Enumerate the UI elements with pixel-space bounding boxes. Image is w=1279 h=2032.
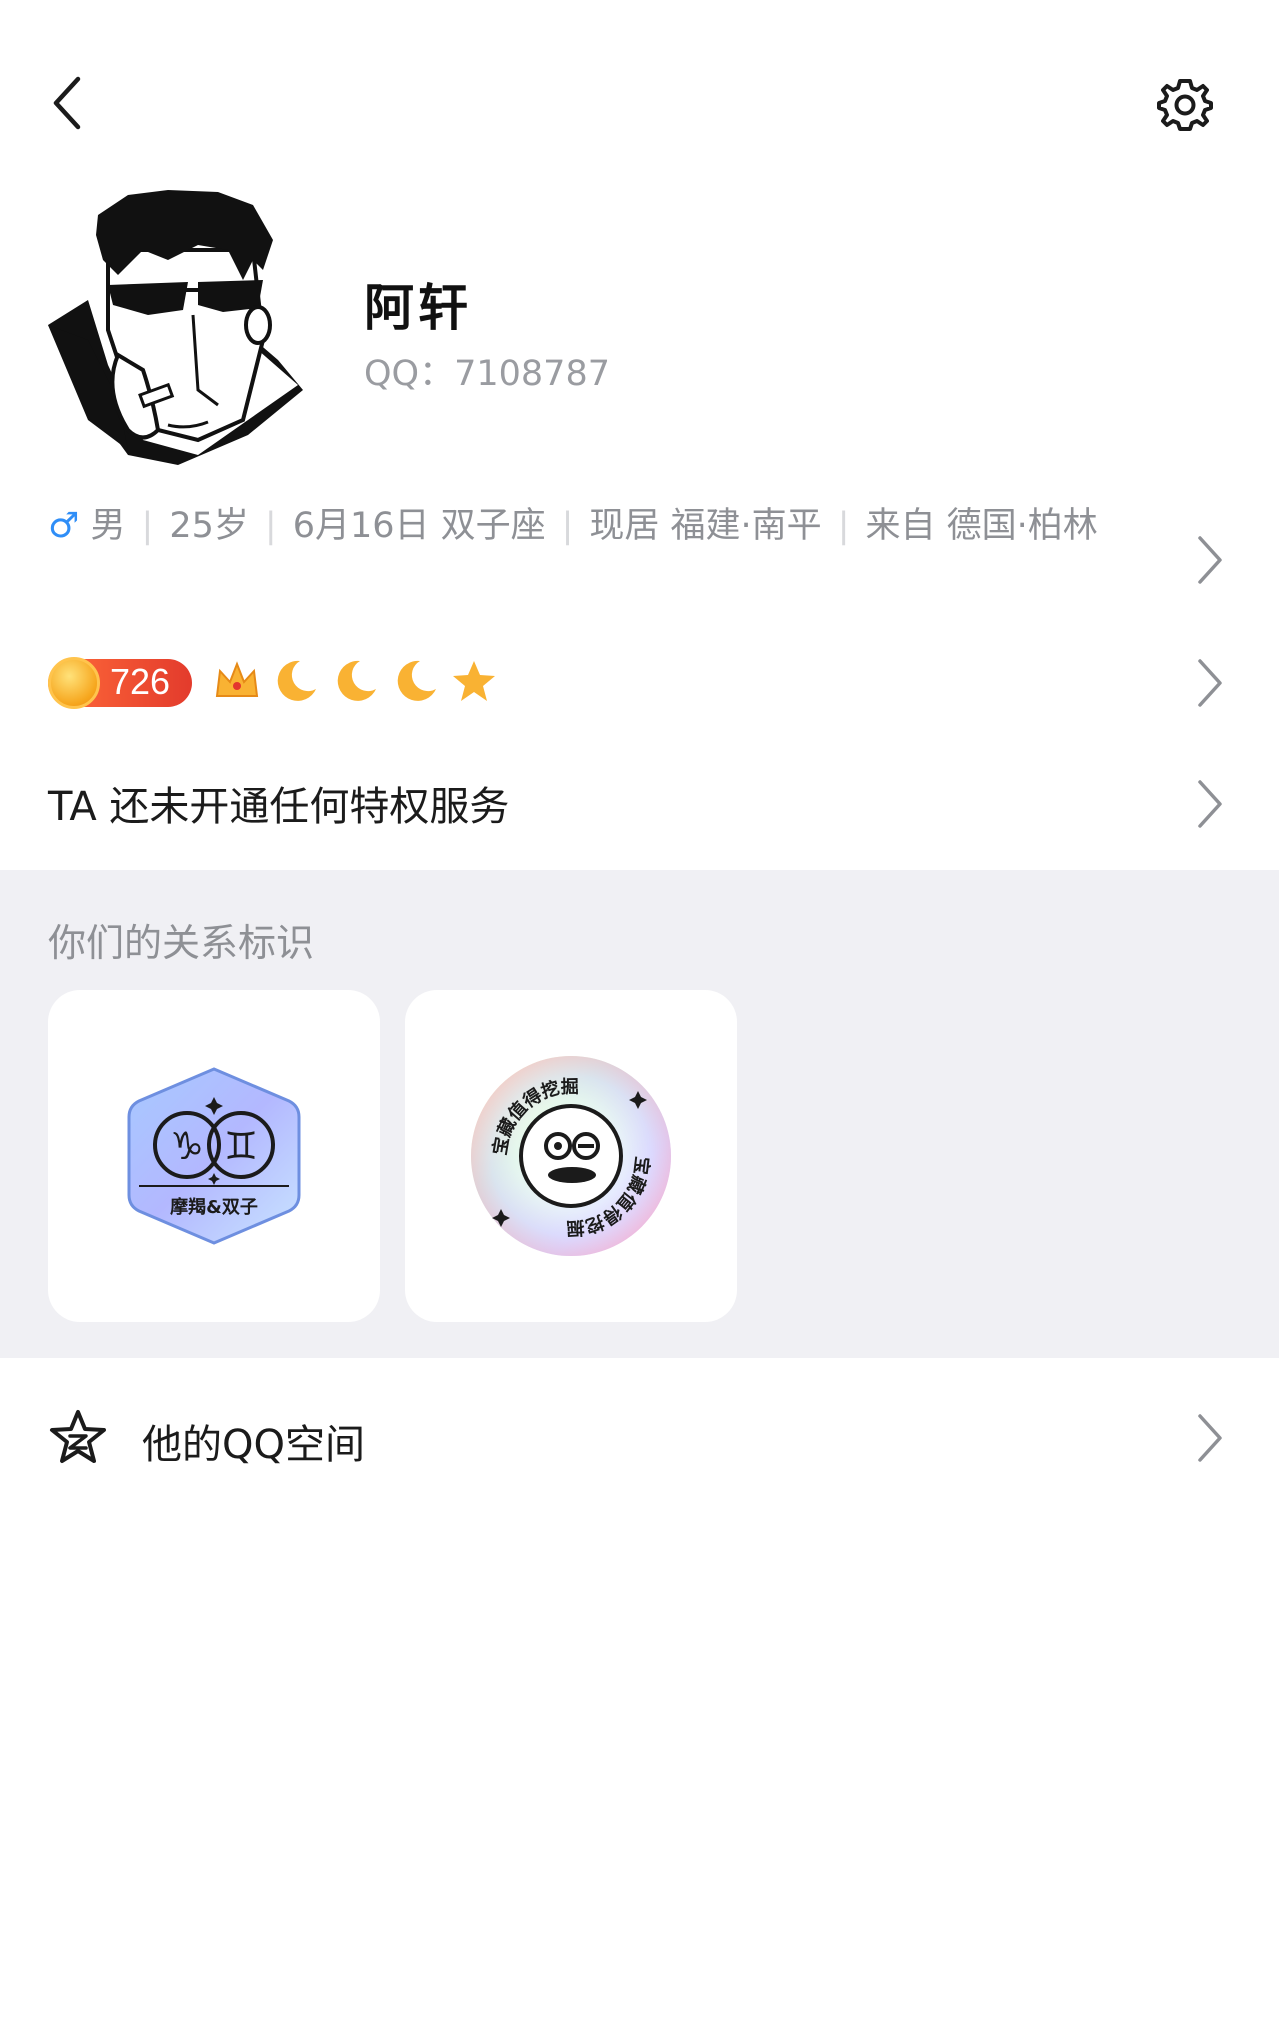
level-value: 726 (110, 661, 171, 702)
birthday-text: 6月16日 双子座 (292, 506, 546, 546)
qzone-star-icon (50, 1410, 106, 1463)
coin-icon (48, 657, 100, 709)
gender-text: 男 (90, 506, 126, 546)
hometown-text: 来自 德国·柏林 (865, 506, 1098, 546)
qzone-row[interactable]: 他的QQ空间 (0, 1390, 1279, 1490)
zodiac-badge-label: 摩羯&双子 (170, 1196, 258, 1218)
gender-male-icon: ♂ (48, 506, 80, 546)
zodiac-badge: ♑ ♊ 摩羯&双子 (127, 1067, 301, 1245)
settings-button[interactable] (1150, 70, 1220, 140)
divider: | (837, 506, 850, 546)
moon-icon (277, 660, 316, 701)
svg-text:♑: ♑ (170, 1124, 204, 1168)
qq-label: QQ： (364, 354, 455, 394)
avatar[interactable] (48, 190, 308, 465)
level-badge: 726 (48, 657, 192, 709)
qq-number: QQ：7108787 (364, 345, 610, 396)
zodiac-badge-card[interactable]: ♑ ♊ 摩羯&双子 (48, 990, 380, 1322)
chevron-left-icon (53, 76, 81, 130)
age-text: 25岁 (169, 506, 249, 546)
moon-icon (337, 660, 376, 701)
divider: | (264, 506, 277, 546)
crown-icon (215, 661, 259, 697)
relation-title: 你们的关系标识 (48, 921, 315, 965)
qq-level-row[interactable]: 726 (0, 645, 1279, 725)
chevron-right-icon (1198, 659, 1222, 707)
gear-icon (1157, 79, 1213, 131)
profile-info-row[interactable]: ♂ 男 | 25岁 | 6月16日 双子座 | 现居 福建·南平 | 来自 德国·柏林 (0, 500, 1279, 630)
divider: | (141, 506, 154, 546)
back-button[interactable] (38, 68, 98, 138)
privilege-text: TA 还未开通任何特权服务 (48, 784, 510, 830)
svg-text:♊: ♊ (224, 1124, 258, 1168)
level-icons (212, 651, 498, 711)
chevron-right-icon (1198, 780, 1222, 828)
chevron-right-icon (1198, 1414, 1222, 1462)
divider: | (561, 506, 574, 546)
chevron-right-icon (1198, 536, 1222, 584)
nickname: 阿轩 (364, 279, 472, 337)
qzone-label: 他的QQ空间 (142, 1422, 365, 1468)
relation-section: 你们的关系标识 ♑ ♊ 摩羯&双子 宝藏值得挖掘 宝藏值得挖掘 (0, 870, 1279, 1358)
treasure-badge: 宝藏值得挖掘 宝藏值得挖掘 (471, 1056, 671, 1256)
star-icon (453, 661, 495, 701)
qq-value: 7108787 (454, 354, 610, 394)
residence-text: 现居 福建·南平 (589, 506, 822, 546)
profile-info-text: ♂ 男 | 25岁 | 6月16日 双子座 | 现居 福建·南平 | 来自 德国·柏林 (48, 500, 1128, 552)
treasure-badge-card[interactable]: 宝藏值得挖掘 宝藏值得挖掘 (405, 990, 737, 1322)
privilege-row[interactable]: TA 还未开通任何特权服务 (0, 760, 1279, 850)
moon-icon (397, 660, 436, 701)
